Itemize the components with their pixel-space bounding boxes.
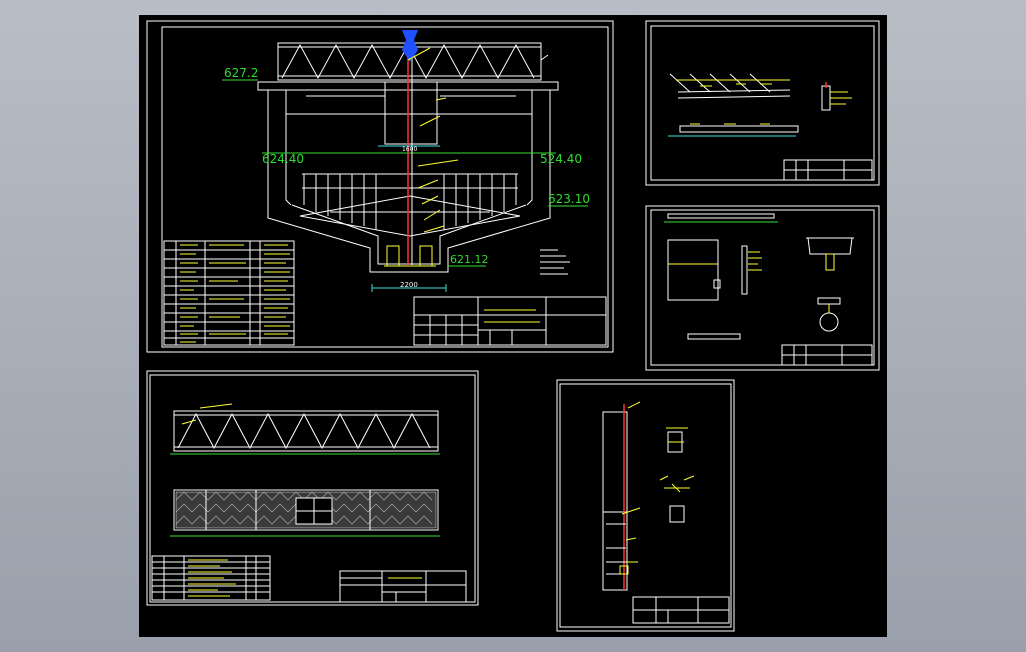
elev-water-right: 524.40 [540, 152, 582, 166]
dim-central-width: 1600 [402, 146, 417, 153]
cad-viewport[interactable]: 627.2 624.40 524.40 623.10 621.12 2200 1… [0, 0, 1026, 652]
elev-bottom-right: 621.12 [450, 253, 489, 266]
dim-bottom-width: 2200 [400, 281, 418, 289]
elev-water-left: 624.40 [262, 152, 304, 166]
model-space [139, 15, 887, 637]
elev-cone-right: 623.10 [548, 192, 590, 206]
elev-top-left: 627.2 [224, 66, 258, 80]
